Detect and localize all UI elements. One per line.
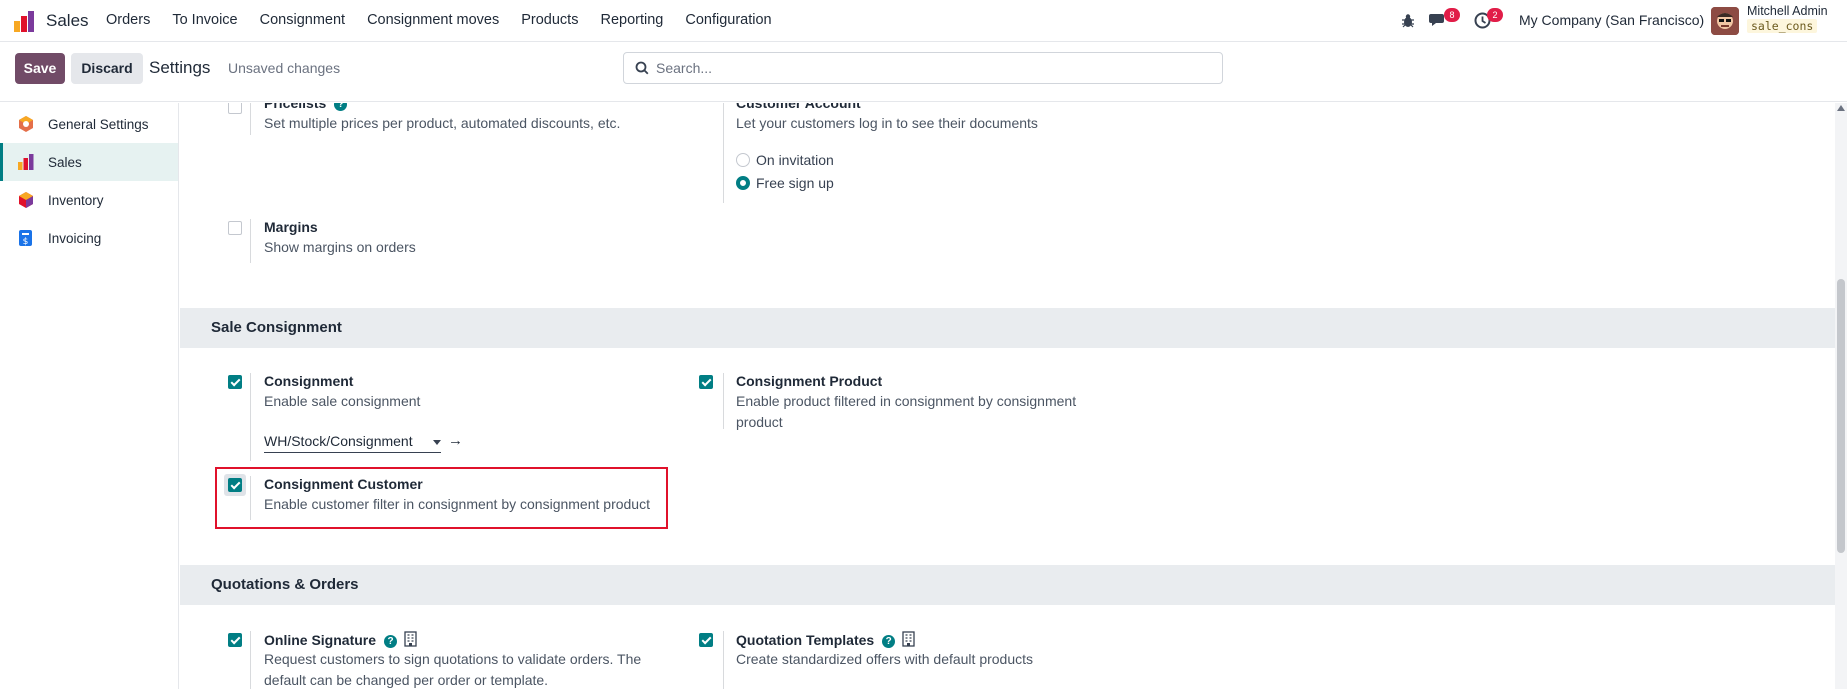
consignment-customer-checkbox[interactable] bbox=[228, 478, 242, 492]
scrollbar-thumb[interactable] bbox=[1837, 279, 1845, 553]
user-avatar[interactable] bbox=[1711, 7, 1739, 35]
sidebar-item-general-settings[interactable]: General Settings bbox=[0, 105, 178, 143]
consignment-product-title: Consignment Product bbox=[736, 373, 883, 389]
settings-sidebar: General Settings Sales Inventory $ Invoi… bbox=[0, 103, 179, 689]
consignment-title: Consignment bbox=[264, 373, 354, 389]
consignment-checkbox[interactable] bbox=[228, 375, 242, 389]
inventory-app-icon bbox=[19, 192, 33, 208]
setting-divider bbox=[723, 373, 724, 429]
radio-on-invitation[interactable] bbox=[736, 153, 750, 167]
user-name[interactable]: Mitchell Admin bbox=[1747, 4, 1828, 18]
customer-account-desc: Let your customers log in to see their d… bbox=[736, 115, 1038, 131]
setting-divider bbox=[723, 631, 724, 689]
consignment-product-checkbox[interactable] bbox=[699, 375, 713, 389]
radio-label-on-invitation[interactable]: On invitation bbox=[756, 152, 834, 168]
sidebar-item-label: Inventory bbox=[48, 192, 104, 208]
pricelists-title: Pricelists? bbox=[264, 103, 348, 111]
consignment-desc: Enable sale consignment bbox=[264, 393, 421, 409]
help-icon[interactable]: ? bbox=[882, 635, 896, 648]
section-title: Sale Consignment bbox=[211, 319, 342, 336]
search-icon bbox=[635, 61, 649, 75]
discard-button[interactable]: Discard bbox=[71, 53, 143, 84]
consignment-location-select[interactable]: WH/Stock/Consignment bbox=[264, 431, 441, 453]
svg-text:$: $ bbox=[23, 237, 29, 247]
customer-account-title: Customer Account bbox=[736, 103, 861, 111]
setting-divider bbox=[250, 219, 251, 263]
pricelists-desc: Set multiple prices per product, automat… bbox=[264, 115, 621, 131]
margins-checkbox[interactable] bbox=[228, 221, 242, 235]
menu-products[interactable]: Products bbox=[521, 12, 578, 28]
menu-orders[interactable]: Orders bbox=[106, 12, 150, 28]
quotation-templates-checkbox[interactable] bbox=[699, 633, 713, 647]
menu-consignment-moves[interactable]: Consignment moves bbox=[367, 12, 499, 28]
margins-desc: Show margins on orders bbox=[264, 239, 416, 255]
quotation-templates-desc: Create standardized offers with default … bbox=[736, 651, 1034, 667]
radio-free-sign-up[interactable] bbox=[736, 176, 750, 190]
menu-consignment[interactable]: Consignment bbox=[260, 12, 345, 28]
sidebar-item-label: General Settings bbox=[48, 116, 149, 132]
top-navbar: Sales Orders To Invoice Consignment Cons… bbox=[0, 0, 1847, 42]
online-signature-desc: Request customers to sign quotations to … bbox=[264, 651, 642, 688]
sidebar-item-label: Sales bbox=[48, 154, 82, 170]
general-settings-icon bbox=[19, 116, 33, 132]
sales-app-icon bbox=[18, 154, 34, 170]
consignment-location-value: WH/Stock/Consignment bbox=[264, 433, 413, 449]
section-quotations-orders: Quotations & Orders bbox=[180, 565, 1835, 605]
setting-divider bbox=[250, 476, 251, 520]
debug-bug-icon[interactable] bbox=[1400, 13, 1416, 29]
consignment-customer-desc: Enable customer filter in consignment by… bbox=[264, 496, 650, 512]
menu-configuration[interactable]: Configuration bbox=[685, 12, 771, 28]
invoicing-app-icon: $ bbox=[19, 230, 32, 247]
help-icon[interactable]: ? bbox=[334, 103, 348, 111]
company-building-icon bbox=[404, 631, 417, 647]
chevron-down-icon bbox=[433, 440, 441, 445]
messages-badge: 8 bbox=[1444, 8, 1460, 22]
scroll-up-arrow-icon[interactable] bbox=[1837, 105, 1845, 111]
unsaved-status: Unsaved changes bbox=[228, 60, 341, 76]
sales-app-icon[interactable] bbox=[13, 9, 37, 33]
quotation-templates-title: Quotation Templates? bbox=[736, 631, 915, 648]
online-signature-title: Online Signature? bbox=[264, 631, 417, 648]
search-input[interactable] bbox=[656, 57, 1206, 79]
margins-title: Margins bbox=[264, 219, 318, 235]
settings-content: Pricelists? Set multiple prices per prod… bbox=[180, 103, 1835, 689]
setting-divider bbox=[250, 103, 251, 135]
sidebar-item-invoicing[interactable]: $ Invoicing bbox=[0, 219, 178, 257]
activities-badge: 2 bbox=[1487, 8, 1503, 22]
save-button[interactable]: Save bbox=[15, 53, 65, 84]
menu-reporting[interactable]: Reporting bbox=[600, 12, 663, 28]
setting-divider bbox=[250, 631, 251, 689]
database-name: sale_cons bbox=[1747, 19, 1818, 33]
arrow-right-icon[interactable]: → bbox=[448, 432, 463, 449]
setting-divider bbox=[250, 373, 251, 461]
help-icon[interactable]: ? bbox=[384, 635, 398, 648]
menu-to-invoice[interactable]: To Invoice bbox=[172, 12, 237, 28]
main-menu: Orders To Invoice Consignment Consignmen… bbox=[106, 12, 794, 28]
section-sale-consignment: Sale Consignment bbox=[180, 308, 1835, 348]
consignment-product-desc: Enable product filtered in consignment b… bbox=[736, 393, 1077, 430]
online-signature-checkbox[interactable] bbox=[228, 633, 242, 647]
radio-label-free-sign-up[interactable]: Free sign up bbox=[756, 175, 834, 191]
setting-divider bbox=[723, 103, 724, 203]
page-title: Settings bbox=[149, 58, 211, 77]
company-building-icon bbox=[902, 631, 915, 647]
sidebar-item-sales[interactable]: Sales bbox=[0, 143, 178, 181]
sidebar-item-inventory[interactable]: Inventory bbox=[0, 181, 178, 219]
section-title: Quotations & Orders bbox=[211, 576, 359, 593]
avatar-face-icon bbox=[1711, 7, 1739, 35]
app-name[interactable]: Sales bbox=[46, 11, 89, 31]
search-box[interactable] bbox=[623, 52, 1223, 84]
sidebar-item-label: Invoicing bbox=[48, 230, 102, 246]
content-scrollbar[interactable] bbox=[1835, 103, 1847, 689]
consignment-customer-title: Consignment Customer bbox=[264, 476, 423, 492]
company-switcher[interactable]: My Company (San Francisco) bbox=[1519, 12, 1704, 28]
pricelists-checkbox[interactable] bbox=[228, 103, 242, 114]
control-panel: Save Discard Settings Unsaved changes bbox=[0, 42, 1847, 102]
